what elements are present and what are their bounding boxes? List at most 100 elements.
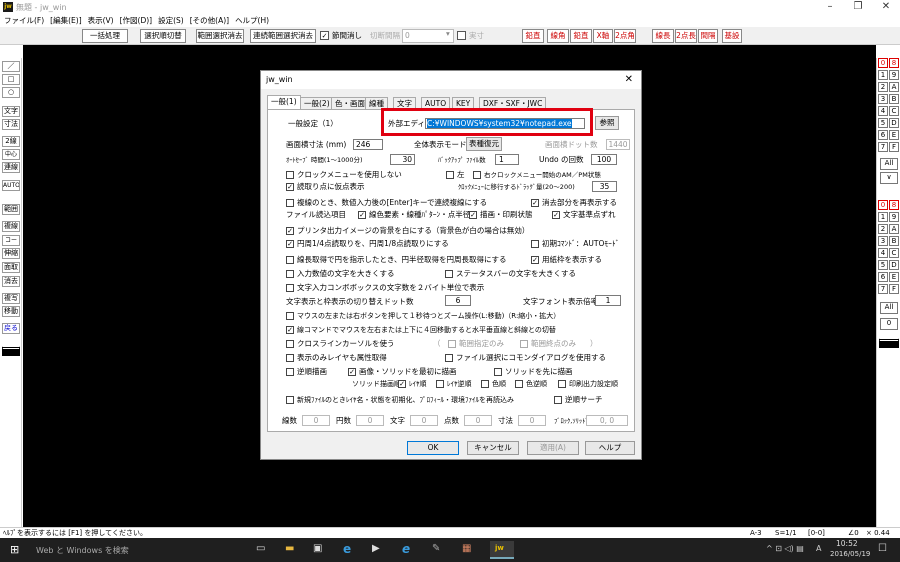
layer-3[interactable]: 3 xyxy=(878,236,888,246)
help-button[interactable]: ヘルプ xyxy=(585,441,635,455)
color-order-checkbox[interactable] xyxy=(481,380,489,388)
layer-0[interactable]: 0 xyxy=(878,200,888,210)
vertical-button[interactable]: 鉛直 xyxy=(522,29,544,43)
tool-auto[interactable]: AUTO xyxy=(2,180,20,191)
layer-group-2[interactable]: 2 xyxy=(878,82,888,92)
tool-erase[interactable]: 消去 xyxy=(2,276,20,287)
layer-a[interactable]: A xyxy=(889,224,899,234)
base-setting-button[interactable]: 基設 xyxy=(722,29,742,43)
layer-order-checkbox[interactable]: ✓ xyxy=(398,380,406,388)
file-select-checkbox[interactable] xyxy=(445,354,453,362)
layer-2[interactable]: 2 xyxy=(878,224,888,234)
printer-white-checkbox[interactable]: ✓ xyxy=(286,227,294,235)
layer-group-9[interactable]: 9 xyxy=(889,70,899,80)
tab-color-screen[interactable]: 色・画面 xyxy=(331,97,369,109)
continuous-range-erase-button[interactable]: 連続範囲選択消去 xyxy=(250,29,316,43)
tool-centerline[interactable]: 中心線 xyxy=(2,149,20,160)
tool-line[interactable]: ／ xyxy=(2,61,20,72)
maximize-icon[interactable]: ❐ xyxy=(846,0,870,14)
layer-rev-checkbox[interactable] xyxy=(436,380,444,388)
init-cmd-checkbox[interactable] xyxy=(531,240,539,248)
line-switch-checkbox[interactable]: ✓ xyxy=(286,326,294,334)
statusbar-text-checkbox[interactable] xyxy=(445,270,453,278)
layer-b[interactable]: B xyxy=(889,236,899,246)
clock-menu-checkbox[interactable] xyxy=(286,171,294,179)
media-icon[interactable]: ▶ xyxy=(372,543,380,554)
interval-button[interactable]: 間隔 xyxy=(698,29,718,43)
large-number-checkbox[interactable] xyxy=(286,270,294,278)
real-size-checkbox[interactable] xyxy=(457,31,466,40)
color-rev-checkbox[interactable] xyxy=(515,380,523,388)
layer-group-8[interactable]: 8 xyxy=(889,58,899,68)
chevron-down-icon[interactable]: ∨ xyxy=(880,172,898,184)
clock-date[interactable]: 2016/05/19 xyxy=(830,550,870,558)
layer-6[interactable]: 6 xyxy=(878,272,888,282)
ime-indicator[interactable]: A xyxy=(816,544,821,553)
fullscreen-button[interactable]: 表種復元 xyxy=(466,137,502,151)
cancel-button[interactable]: キャンセル xyxy=(467,441,519,455)
layer-group-a[interactable]: A xyxy=(889,82,899,92)
tool-circle[interactable]: ○ xyxy=(2,87,20,98)
tool-offset[interactable]: 複線 xyxy=(2,221,20,232)
layer-group-5[interactable]: 5 xyxy=(878,118,888,128)
task-view-icon[interactable]: ▭ xyxy=(256,543,265,554)
menu-settings[interactable]: 設定(S) xyxy=(158,15,184,26)
layer-group-c[interactable]: C xyxy=(889,106,899,116)
tool-dimension[interactable]: 寸法 xyxy=(2,119,20,130)
two-point-length-button[interactable]: 2点長 xyxy=(675,29,697,43)
line-angle-button[interactable]: 線角 xyxy=(547,29,569,43)
jw-taskbar-button[interactable]: jw xyxy=(490,541,514,559)
layer-all[interactable]: All xyxy=(880,302,898,314)
layer-group-0[interactable]: 0 xyxy=(878,58,888,68)
store-icon[interactable]: ▣ xyxy=(313,543,322,554)
close-icon[interactable]: ✕ xyxy=(874,0,898,14)
autosave-input[interactable]: 30 xyxy=(390,154,415,165)
edge-icon[interactable]: e xyxy=(343,542,351,556)
tool-double-line[interactable]: 2線 xyxy=(2,136,20,147)
plumb-button[interactable]: 鉛直 xyxy=(570,29,592,43)
ok-button[interactable]: OK xyxy=(407,441,459,455)
layer-group-all[interactable]: All xyxy=(880,158,898,170)
new-file-init-checkbox[interactable] xyxy=(286,396,294,404)
reverse-search-checkbox[interactable] xyxy=(554,396,562,404)
paper-frame-checkbox[interactable]: ✓ xyxy=(531,256,539,264)
layer-swatch[interactable] xyxy=(879,338,899,348)
close-icon[interactable]: ✕ xyxy=(625,71,633,89)
tool-range[interactable]: 範囲 xyxy=(2,204,20,215)
windows-start-icon[interactable]: ⊞ xyxy=(10,543,19,556)
reverse-draw-checkbox[interactable] xyxy=(286,368,294,376)
ie-icon[interactable]: e xyxy=(402,542,410,556)
two-byte-checkbox[interactable] xyxy=(286,284,294,292)
clock-time[interactable]: 10:52 xyxy=(836,539,858,548)
mouse-zoom-checkbox[interactable] xyxy=(286,312,294,320)
circumference-checkbox[interactable] xyxy=(286,256,294,264)
menu-help[interactable]: ヘルプ(H) xyxy=(235,15,269,26)
batch-process-button[interactable]: 一括処理 xyxy=(82,29,128,43)
layer-group-b[interactable]: B xyxy=(889,94,899,104)
tool-stretch[interactable]: 伸縮 xyxy=(2,248,20,259)
read-text-checkbox[interactable]: ✓ xyxy=(552,211,560,219)
erase-redisplay-checkbox[interactable]: ✓ xyxy=(531,199,539,207)
range-erase-button[interactable]: 範囲選択消去 xyxy=(196,29,244,43)
tab-general-2[interactable]: 一般(2) xyxy=(300,97,334,109)
layer-group-f[interactable]: F xyxy=(889,142,899,152)
two-point-angle-button[interactable]: 2点角 xyxy=(614,29,636,43)
layer-group-4[interactable]: 4 xyxy=(878,106,888,116)
notification-icon[interactable]: ☐ xyxy=(878,543,887,554)
tool-chamfer[interactable]: 面取 xyxy=(2,262,20,273)
read-color-checkbox[interactable]: ✓ xyxy=(358,211,366,219)
read-draw-checkbox[interactable]: ✓ xyxy=(469,211,477,219)
tool-undo[interactable]: 戻る xyxy=(2,323,20,334)
tool-icon[interactable]: ✎ xyxy=(432,543,440,554)
tray-icons[interactable]: ^ ⊡ ◁) ▤ xyxy=(766,544,804,553)
image-first-checkbox[interactable]: ✓ xyxy=(348,368,356,376)
layer-group-d[interactable]: D xyxy=(889,118,899,128)
circle-point-checkbox[interactable]: ✓ xyxy=(286,240,294,248)
crossline-checkbox[interactable] xyxy=(286,340,294,348)
status-zoom[interactable]: × 0.44 xyxy=(866,528,890,538)
print-order-checkbox[interactable] xyxy=(558,380,566,388)
text-switch-input[interactable]: 6 xyxy=(445,295,471,306)
tab-general-1[interactable]: 一般(1) xyxy=(267,95,301,110)
tool-corner[interactable]: コーナー xyxy=(2,235,20,246)
tool-copy[interactable]: 複写 xyxy=(2,293,20,304)
